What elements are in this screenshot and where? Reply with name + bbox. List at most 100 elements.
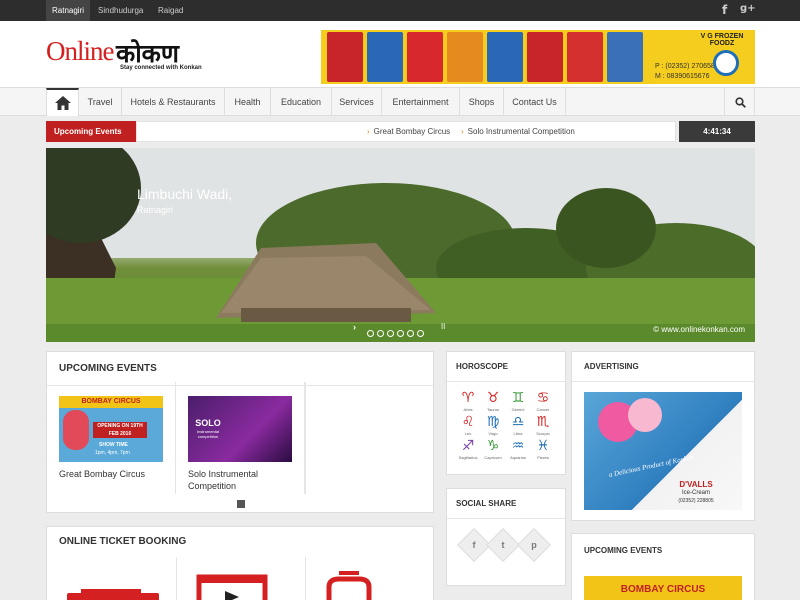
event-poster: SOLO Instrumental competition (188, 396, 292, 462)
nav-item-shops[interactable]: Shops (460, 88, 504, 116)
ad-product-pack (567, 32, 603, 82)
slider-scene (46, 148, 755, 342)
ticker-item[interactable]: › Solo Instrumental Competition (461, 122, 575, 141)
zodiac-label: Sagittarius (458, 455, 478, 460)
ice-cream-scoop (628, 398, 662, 432)
divider (305, 557, 306, 600)
nav-item-contact-us[interactable]: Contact Us (504, 88, 566, 116)
zodiac-virgo-icon[interactable]: ♍ (482, 414, 504, 430)
zodiac-aries-icon[interactable]: ♈ (457, 390, 479, 406)
ticker-label: Upcoming Events (46, 121, 136, 142)
main-navigation: Travel Hotels & Restaurants Health Educa… (0, 87, 800, 116)
nav-home-button[interactable] (46, 88, 79, 116)
event-card-divider (305, 382, 306, 494)
event-name[interactable]: Solo Instrumental Competition (188, 468, 298, 492)
ad-product-name: Ice-Cream (681, 490, 710, 496)
slider-dot[interactable] (417, 330, 424, 337)
ad-phone: P : (02352) 270658 M : 08390615676 (655, 62, 715, 82)
header-ad-banner[interactable]: V G FROZEN FOODZ P : (02352) 270658 M : … (321, 30, 755, 84)
slider-dots (367, 324, 427, 342)
city-link-ratnagiri[interactable]: Ratnagiri (46, 0, 91, 21)
nav-item-hotels-restaurants[interactable]: Hotels & Restaurants (122, 88, 225, 116)
site-header: Online कोकण Stay connected with Konkan V… (0, 21, 800, 87)
google-plus-icon[interactable]: g+ (740, 3, 756, 14)
facebook-icon[interactable]: f (722, 3, 727, 17)
nav-item-health[interactable]: Health (225, 88, 271, 116)
advertising-banner[interactable]: a Delicious Product of Konkan D'VALLS Ic… (584, 392, 742, 510)
zodiac-label: Aries (463, 407, 473, 412)
event-name[interactable]: Great Bombay Circus (59, 468, 169, 480)
zodiac-label: Cancer (536, 407, 550, 412)
train-icon[interactable] (319, 567, 379, 600)
zodiac-sagittarius-icon[interactable]: ♐ (457, 438, 479, 454)
upcoming-events-title: UPCOMING EVENTS (47, 352, 433, 386)
chevron-right-icon: › (461, 127, 464, 136)
zodiac-taurus-icon[interactable]: ♉ (482, 390, 504, 406)
event-card[interactable]: BOMBAY CIRCUS OPENING ON 19TH FEB 2016 S… (47, 382, 176, 494)
social-share-title: SOCIAL SHARE (447, 489, 565, 519)
slide-credit: © www.onlinekonkan.com (653, 325, 745, 334)
ad-product-pack (527, 32, 563, 82)
chevron-right-icon: › (367, 127, 370, 136)
ticker-item[interactable]: › Great Bombay Circus (367, 122, 450, 141)
city-link-sindhudurga[interactable]: Sindhudurga (92, 0, 149, 21)
zodiac-label: Scorpio (536, 431, 550, 436)
slider-pause-icon[interactable]: II (441, 322, 445, 331)
hero-slider[interactable]: Limbuchi Wadi, Ratnagiri › II © www.onli… (46, 148, 755, 342)
slider-prev-icon[interactable]: › (353, 322, 356, 332)
poster-title: BOMBAY CIRCUS (620, 584, 706, 595)
zodiac-cancer-icon[interactable]: ♋ (532, 390, 554, 406)
home-icon (55, 96, 71, 110)
ad-product-pack (487, 32, 523, 82)
zodiac-gemini-icon[interactable]: ♊ (507, 390, 529, 406)
ad-brand-name: D'VALLS (679, 480, 713, 489)
city-link-raigad[interactable]: Raigad (152, 0, 189, 21)
poster-date: OPENING ON 19TH FEB 2016 (93, 422, 147, 438)
zodiac-pisces-icon[interactable]: ♓ (532, 438, 554, 454)
event-card[interactable]: SOLO Instrumental competition Solo Instr… (176, 382, 305, 494)
nav-search-button[interactable] (724, 88, 755, 116)
poster-times: 1pm, 4pm, 7pm (95, 450, 130, 456)
facebook-icon: f (472, 540, 476, 550)
ticket-booking-title: ONLINE TICKET BOOKING (59, 536, 187, 547)
ad-product-pack (407, 32, 443, 82)
zodiac-libra-icon[interactable]: ♎ (507, 414, 529, 430)
slider-dot[interactable] (407, 330, 414, 337)
zodiac-label: Virgo (488, 431, 498, 436)
slider-dot[interactable] (387, 330, 394, 337)
share-pinterest-button[interactable]: p (517, 528, 551, 562)
slider-dot[interactable] (367, 330, 374, 337)
events-pager[interactable] (237, 500, 245, 508)
bus-icon[interactable] (61, 567, 165, 600)
zodiac-scorpio-icon[interactable]: ♏ (532, 414, 554, 430)
zodiac-label: Gemini (511, 407, 525, 412)
ticker-item-text: Great Bombay Circus (373, 127, 451, 136)
social-share-widget: SOCIAL SHARE f t p (446, 488, 566, 586)
zodiac-label: Capricorn (484, 455, 502, 460)
nav-item-services[interactable]: Services (332, 88, 382, 116)
zodiac-leo-icon[interactable]: ♌ (457, 414, 479, 430)
ticker-bar: › Great Bombay Circus › Solo Instrumental … (136, 121, 676, 142)
zodiac-label: Libra (513, 431, 523, 436)
nav-item-entertainment[interactable]: Entertainment (382, 88, 460, 116)
advertising-widget: ADVERTISING a Delicious Product of Konka… (571, 351, 755, 521)
clock-display: 4:41:34 (679, 121, 755, 142)
zodiac-capricorn-icon[interactable]: ♑ (482, 438, 504, 454)
zodiac-label: Leo (464, 431, 472, 436)
nav-item-travel[interactable]: Travel (79, 88, 122, 116)
share-twitter-button[interactable]: t (486, 528, 520, 562)
poster-title: SOLO (195, 418, 221, 428)
zodiac-aquarius-icon[interactable]: ♒ (507, 438, 529, 454)
movie-icon[interactable] (195, 567, 269, 600)
site-logo[interactable]: Online कोकण Stay connected with Konkan (46, 36, 221, 76)
slide-subtitle: Ratnagiri (137, 205, 174, 215)
nav-item-education[interactable]: Education (271, 88, 332, 116)
upcoming-events-side-widget: UPCOMING EVENTS BOMBAY CIRCUS (571, 533, 755, 600)
event-poster[interactable]: BOMBAY CIRCUS (584, 576, 742, 600)
slider-dot[interactable] (377, 330, 384, 337)
slider-dot[interactable] (397, 330, 404, 337)
logo-tagline: Stay connected with Konkan (120, 65, 202, 71)
advertising-title: ADVERTISING (572, 352, 754, 382)
ad-slogan: a Delicious Product of Konkan (608, 453, 695, 479)
clown-figure (63, 410, 89, 450)
